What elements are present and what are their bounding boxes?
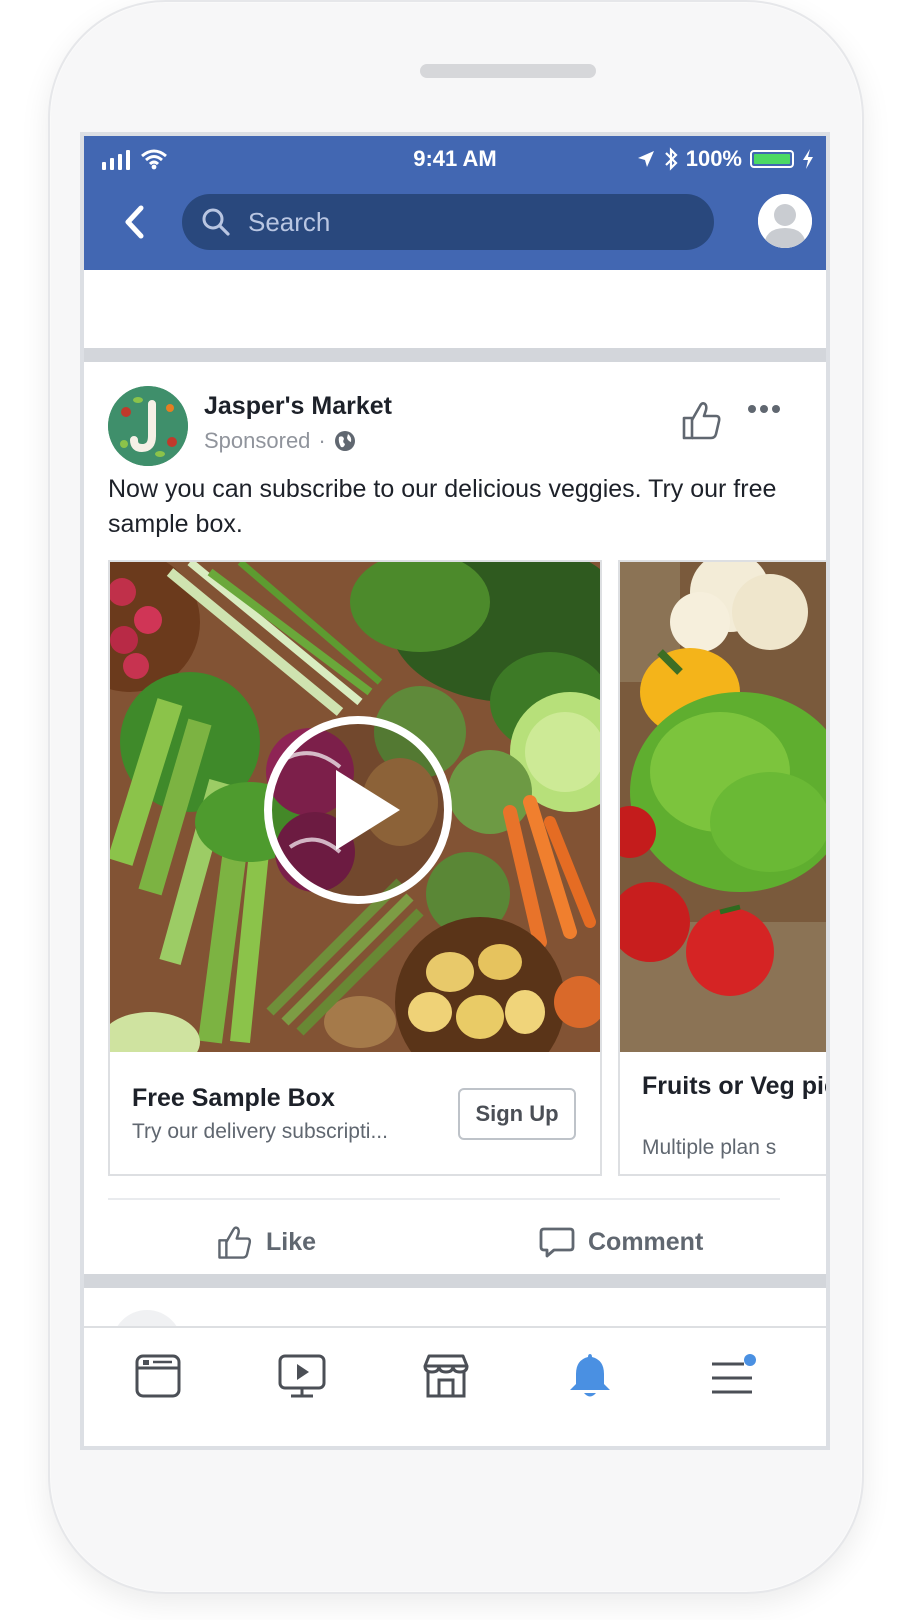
back-button[interactable]: [114, 198, 154, 246]
card-subtitle: Multiple plan s: [642, 1136, 777, 1159]
dot-separator: ·: [318, 428, 326, 453]
vegetables-image-2[interactable]: [620, 562, 826, 1052]
user-silhouette-icon: [758, 194, 812, 248]
menu-icon: [712, 1354, 756, 1394]
back-arrow-icon: [125, 205, 144, 239]
profile-avatar[interactable]: [758, 194, 812, 248]
status-bar: 9:41 AM 100%: [84, 136, 826, 184]
bottom-tab-bar: [84, 1326, 826, 1446]
tab-watch[interactable]: [276, 1350, 328, 1402]
sponsored-line: Sponsored ·: [204, 428, 356, 454]
feed-separator: [84, 1274, 826, 1288]
like-icon: [218, 1226, 252, 1259]
card-subtitle: Try our delivery subscripti...: [132, 1120, 388, 1143]
tab-news-feed[interactable]: [132, 1350, 184, 1402]
bluetooth-icon: [664, 147, 678, 171]
feed-top-blank: [84, 270, 826, 356]
search-bar[interactable]: [182, 194, 714, 250]
bell-icon: [570, 1354, 610, 1397]
tab-notifications[interactable]: [564, 1350, 616, 1402]
like-label: Like: [266, 1227, 317, 1256]
sign-up-button[interactable]: Sign Up: [458, 1088, 576, 1140]
app-header: 9:41 AM 100%: [84, 136, 826, 270]
jaspers-market-logo: [108, 386, 188, 466]
vegetables-video-thumbnail[interactable]: [110, 562, 600, 1052]
page-avatar[interactable]: [108, 386, 188, 466]
comment-label: Comment: [588, 1227, 704, 1256]
card-title: Fruits or Veg pick: [642, 1072, 826, 1100]
location-arrow-icon: [637, 151, 654, 167]
watch-icon: [278, 1354, 326, 1398]
like-page-icon[interactable]: [680, 398, 724, 442]
like-button[interactable]: Like: [216, 1220, 316, 1264]
sponsored-post: Jasper's Market Sponsored · Now you can …: [84, 362, 826, 1274]
sponsored-label: Sponsored: [204, 428, 311, 453]
tab-menu[interactable]: [706, 1350, 758, 1402]
carousel-card[interactable]: Free Sample Box Try our delivery subscri…: [108, 560, 602, 1176]
card-title: Free Sample Box: [132, 1084, 335, 1112]
tab-marketplace[interactable]: [420, 1350, 472, 1402]
vegetables-image: [620, 562, 826, 1052]
globe-icon: [334, 431, 355, 451]
carousel[interactable]: Free Sample Box Try our delivery subscri…: [108, 560, 826, 1180]
carousel-card[interactable]: Fruits or Veg pick Multiple plan s: [618, 560, 826, 1176]
play-icon[interactable]: [260, 712, 456, 908]
feed-separator: [84, 348, 826, 362]
news-feed-icon: [135, 1354, 181, 1398]
comment-button[interactable]: Comment: [538, 1220, 703, 1264]
more-options-icon[interactable]: [746, 402, 782, 416]
phone-screen: 9:41 AM 100% Search Jasper's Market Spon…: [80, 132, 830, 1450]
phone-speaker: [420, 64, 596, 78]
post-text: Now you can subscribe to our delicious v…: [108, 475, 777, 538]
comment-icon: [539, 1227, 575, 1258]
status-right: 100%: [636, 146, 814, 172]
page-name[interactable]: Jasper's Market: [204, 392, 392, 421]
search-icon: [202, 208, 230, 236]
actions-divider: [108, 1198, 780, 1200]
battery-icon: [750, 150, 794, 168]
search-input[interactable]: [246, 205, 650, 239]
marketplace-icon: [423, 1354, 469, 1398]
battery-percent: 100%: [685, 146, 742, 171]
charging-icon: [803, 149, 813, 169]
